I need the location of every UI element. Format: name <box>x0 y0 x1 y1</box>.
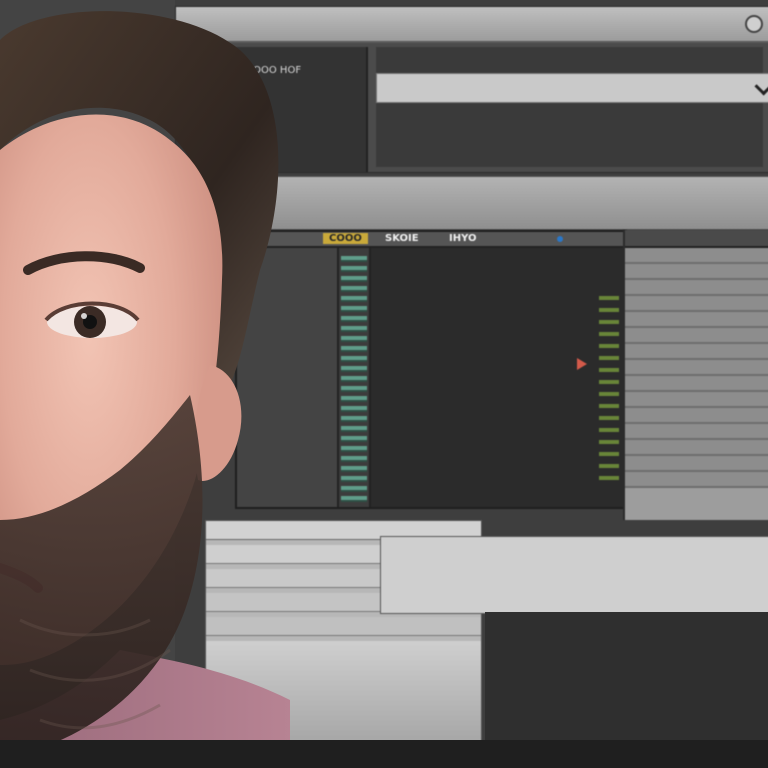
minimap <box>599 288 619 488</box>
code-gutter <box>339 248 371 507</box>
tab-3[interactable]: IHYO <box>449 233 476 244</box>
tab-2[interactable]: SKOIE <box>385 233 419 244</box>
scene: CC OOO HOF COOO SKOIE IHYO <box>0 0 768 768</box>
code-area[interactable] <box>371 248 625 507</box>
play-icon[interactable] <box>577 358 587 370</box>
editor-tabbar: COOO SKOIE IHYO <box>237 232 625 248</box>
middle-strip <box>270 176 768 230</box>
right-panel-header <box>625 230 768 248</box>
settings-icon[interactable] <box>745 15 763 33</box>
top-right-panel <box>376 47 768 167</box>
right-panel <box>623 230 768 520</box>
top-right-highlight <box>376 73 768 103</box>
lower-right-panel <box>380 536 768 614</box>
info-icon[interactable] <box>557 236 563 242</box>
person-photo <box>0 11 290 768</box>
eye-highlight <box>81 313 87 319</box>
tab-1[interactable]: COOO <box>323 233 368 244</box>
bottom-bar <box>0 740 768 768</box>
editor-window: COOO SKOIE IHYO <box>235 230 627 509</box>
